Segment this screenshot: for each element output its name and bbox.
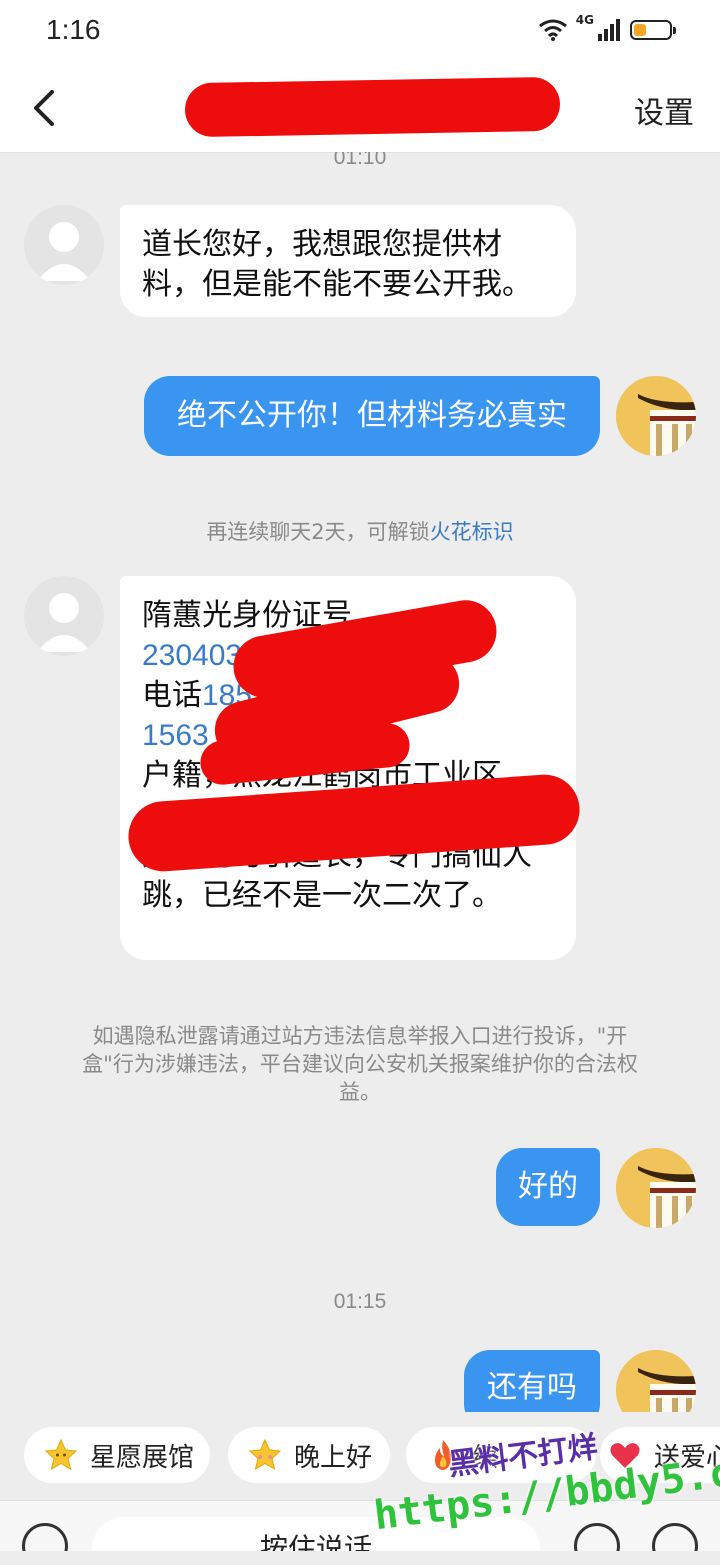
status-time: 1:16 — [46, 14, 101, 45]
chat-title-redacted — [184, 76, 561, 138]
message-text-line: 料，但是能不能不要公开我。 — [142, 267, 532, 302]
message-text-line: 道长您好，我想跟您提供材 — [142, 227, 502, 262]
keyboard-toggle-icon[interactable] — [22, 1523, 68, 1551]
back-arrow-icon[interactable] — [26, 88, 66, 128]
default-person-icon — [37, 222, 91, 281]
quick-reply-bar: 星愿展馆 晚上好 续 送爱心 — [0, 1412, 720, 1500]
chat-header: 设置 — [0, 66, 720, 153]
message-bubble-outgoing[interactable]: 还有吗 — [464, 1350, 600, 1412]
message-bubble-outgoing[interactable]: 好的 — [496, 1148, 600, 1226]
heart-icon — [610, 1443, 640, 1468]
contact-avatar[interactable] — [24, 205, 104, 285]
my-avatar[interactable] — [616, 1148, 696, 1228]
spark-badge-link[interactable]: 火花标识 — [430, 520, 514, 544]
emoji-icon[interactable] — [574, 1523, 620, 1551]
temple-roof-icon — [616, 1350, 696, 1412]
fire-icon — [435, 1440, 452, 1470]
battery-level — [634, 24, 646, 36]
sparkle-star-icon — [248, 1438, 282, 1471]
spark-hint: 再连续聊天2天，可解锁火花标识 — [0, 516, 720, 546]
quick-reply-chip[interactable]: 送爱心 — [600, 1427, 720, 1483]
quick-reply-label: 续 — [472, 1442, 499, 1473]
contact-avatar[interactable] — [24, 576, 104, 656]
star-icon — [44, 1438, 78, 1471]
network-type-label: 4G — [575, 13, 594, 27]
timestamp: 01:15 — [333, 1290, 387, 1313]
quick-reply-chip[interactable]: 星愿展馆 — [24, 1427, 210, 1483]
default-person-icon — [37, 593, 91, 652]
timestamp: 01:10 — [333, 152, 387, 169]
privacy-notice: 如遇隐私泄露请通过站方违法信息举报入口进行投诉，"开盒"行为涉嫌违法，平台建议向… — [82, 1024, 638, 1104]
my-avatar[interactable] — [616, 376, 696, 456]
hold-to-talk-button[interactable]: 按住说话 — [92, 1517, 540, 1551]
status-bar: 1:16 4G — [0, 0, 720, 66]
temple-roof-icon — [616, 1148, 696, 1228]
cellular-signal-icon — [598, 19, 620, 41]
wifi-icon — [538, 19, 567, 41]
status-icons: 4G — [538, 13, 676, 42]
plus-icon[interactable] — [652, 1523, 698, 1551]
quick-reply-label: 晚上好 — [294, 1442, 373, 1473]
my-avatar[interactable] — [616, 1350, 696, 1412]
message-bubble-outgoing[interactable]: 绝不公开你！但材料务必真实 — [144, 376, 600, 456]
quick-reply-label: 送爱心 — [654, 1442, 720, 1473]
quick-reply-label: 星愿展馆 — [90, 1442, 195, 1473]
message-text-line: 跳，已经不是一次二次了。 — [142, 878, 502, 913]
input-bar: 按住说话 — [0, 1500, 720, 1551]
phone-label: 电话 — [142, 678, 202, 713]
battery-icon — [630, 20, 676, 40]
chat-message-list[interactable]: 01:10 道长您好，我想跟您提供材 料，但是能不能不要公开我。 绝不公开你！但… — [0, 152, 720, 1412]
spark-hint-text: 再连续聊天2天，可解锁 — [206, 520, 430, 544]
message-bubble-incoming[interactable]: 道长您好，我想跟您提供材 料，但是能不能不要公开我。 — [120, 205, 576, 317]
settings-button[interactable]: 设置 — [634, 88, 694, 132]
temple-roof-icon — [616, 376, 696, 456]
quick-reply-chip[interactable]: 晚上好 — [228, 1427, 390, 1483]
quick-reply-chip[interactable]: 续 — [406, 1427, 596, 1483]
